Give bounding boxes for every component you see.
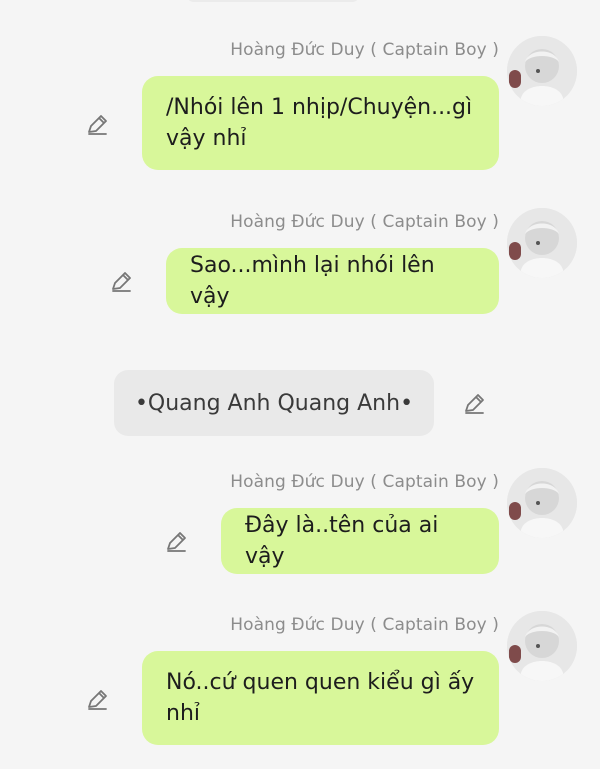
edit-icon[interactable]: [108, 269, 134, 295]
previous-message-edge: [186, 0, 360, 2]
sender-name: Hoàng Đức Duy ( Captain Boy ): [230, 615, 499, 635]
message-bubble[interactable]: Đây là..tên của ai vậy: [221, 508, 499, 574]
sender-name: Hoàng Đức Duy ( Captain Boy ): [230, 472, 499, 492]
edit-icon[interactable]: [163, 529, 189, 555]
edit-icon[interactable]: [461, 391, 487, 417]
message-bubble[interactable]: Nó..cứ quen quen kiểu gì ấy nhỉ: [142, 651, 499, 745]
sender-name: Hoàng Đức Duy ( Captain Boy ): [230, 40, 499, 60]
avatar[interactable]: [507, 468, 577, 538]
message-text: Sao...mình lại nhói lên vậy: [190, 253, 435, 309]
message-text: Đây là..tên của ai vậy: [245, 513, 439, 569]
edit-icon[interactable]: [84, 687, 110, 713]
avatar[interactable]: [507, 208, 577, 278]
system-message[interactable]: •Quang Anh Quang Anh•: [114, 370, 434, 436]
message-bubble[interactable]: Sao...mình lại nhói lên vậy: [166, 248, 499, 314]
avatar[interactable]: [507, 36, 577, 106]
avatar[interactable]: [507, 611, 577, 681]
edit-icon[interactable]: [84, 112, 110, 138]
message-text: Nó..cứ quen quen kiểu gì ấy nhỉ: [166, 670, 475, 726]
message-text: /Nhói lên 1 nhịp/Chuyện...gì vậy nhỉ: [166, 95, 473, 151]
message-bubble[interactable]: /Nhói lên 1 nhịp/Chuyện...gì vậy nhỉ: [142, 76, 499, 170]
sender-name: Hoàng Đức Duy ( Captain Boy ): [230, 212, 499, 232]
system-message-text: •Quang Anh Quang Anh•: [134, 390, 414, 416]
